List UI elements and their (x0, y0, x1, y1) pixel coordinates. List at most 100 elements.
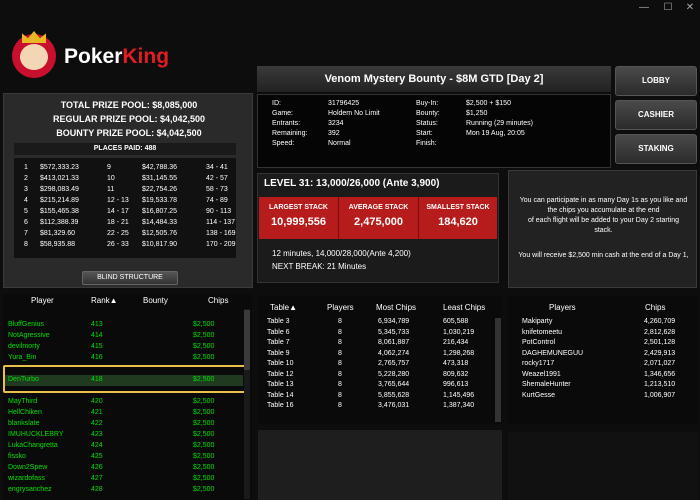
player-list-scroll-thumb[interactable] (244, 310, 250, 370)
info-speed-key: Speed: (272, 140, 295, 147)
message-line-2: the chips you accumulate at the end (547, 207, 660, 214)
table-table: Table 13 (267, 381, 294, 388)
leader-row[interactable]: Makiparty 4,260,709 (520, 318, 692, 328)
payout-place: 2 (24, 175, 28, 182)
info-status-key: Status: (416, 120, 438, 127)
bounty-column-header[interactable]: Bounty (143, 296, 168, 305)
table-table: Table 7 (267, 339, 290, 346)
player-row[interactable]: NotAgressive 414 $2,500 (3, 331, 243, 342)
next-level-info: 12 minutes, 14,000/28,000(Ante 4,200) (272, 249, 411, 258)
leader-row[interactable]: knifetomeetu 2,812,628 (520, 329, 692, 339)
table-row[interactable]: Table 14 8 5,855,628 1,145,496 (265, 392, 493, 402)
player-chips: $2,500 (193, 343, 215, 350)
payout-amount: $155,465.38 (40, 208, 79, 215)
info-bounty-value: $1,250 (466, 110, 488, 117)
player-column-header[interactable]: Player (31, 296, 54, 305)
leader-name: rocky1717 (522, 360, 555, 367)
chips-column-header[interactable]: Chips (208, 296, 228, 305)
payout-amount: $42,788.36 (142, 164, 178, 171)
player-row[interactable]: LukaChangretta 424 $2,500 (3, 441, 243, 452)
leader-name: KurtGesse (522, 391, 556, 399)
leader-chips: 2,501,128 (644, 339, 676, 346)
leader-name: Weazel1991 (522, 370, 561, 378)
table-row[interactable]: Table 16 8 3,476,031 1,387,340 (265, 402, 493, 412)
table-preview-panel (508, 432, 698, 500)
blind-structure-button[interactable]: BLIND STRUCTURE (82, 271, 178, 285)
leader-row[interactable]: PotControl 2,501,128 (520, 339, 692, 349)
payout-amount: $572,333.23 (40, 164, 79, 171)
tournament-title: Venom Mystery Bounty - $8M GTD [Day 2] (257, 66, 611, 92)
most-chips-column-header[interactable]: Most Chips (376, 303, 416, 312)
minimize-button[interactable]: — (636, 2, 652, 14)
payout-place: 26 - 33 (107, 241, 129, 248)
player-row[interactable]: devilmorty 415 $2,500 (3, 342, 243, 353)
least-chips-column-header[interactable]: Least Chips (443, 303, 485, 312)
table-row[interactable]: Table 10 8 2,765,757 473,318 (265, 360, 493, 370)
table-least: 605,588 (443, 318, 469, 325)
player-row[interactable]: HellChiken 421 $2,500 (3, 408, 243, 419)
player-rank: 426 (91, 464, 103, 471)
player-name: wizardofass (8, 475, 45, 482)
player-row[interactable]: engrysanchez 428 $2,500 (3, 485, 243, 496)
table-least: 1,387,340 (443, 402, 475, 409)
lobby-button[interactable]: LOBBY (615, 66, 697, 96)
table-row[interactable]: Table 9 8 4,062,274 1,298,268 (265, 350, 493, 360)
payout-place: 58 - 73 (206, 186, 228, 193)
table-table: Table 16 (267, 402, 294, 409)
payout-place: 22 - 25 (107, 230, 129, 237)
players-column-header[interactable]: Players (327, 303, 354, 312)
table-players: 8 (338, 360, 342, 367)
leaders-chips-header[interactable]: Chips (645, 303, 665, 312)
leader-row[interactable]: DAGHEMUNEGUU 2,429,913 (520, 350, 692, 360)
payout-place: 138 - 169 (206, 230, 236, 237)
player-row[interactable]: Down2Spew 426 $2,500 (3, 463, 243, 474)
payout-table: 1 $572,333.23 9 $42,788.36 34 - 41 2 $413,021.… (14, 158, 236, 258)
staking-button[interactable]: STAKING (615, 134, 697, 164)
table-row[interactable]: Table 7 8 8,061,887 216,434 (265, 339, 493, 349)
payout-place: 9 (107, 164, 111, 171)
payout-place: 90 - 113 (206, 208, 232, 215)
table-column-header[interactable]: Table▲ (270, 303, 297, 312)
bounty-prize-pool: BOUNTY PRIZE POOL: $4,042,500 (56, 128, 202, 138)
leader-name: DAGHEMUNEGUU (522, 349, 584, 357)
regular-prize-pool: REGULAR PRIZE POOL: $4,042,500 (52, 114, 206, 124)
payout-place: 12 - 13 (107, 197, 129, 204)
player-row[interactable]: blankslate 422 $2,500 (3, 419, 243, 430)
table-players: 8 (338, 381, 342, 388)
leader-row[interactable]: rocky1717 2,071,027 (520, 360, 692, 370)
message-line-1: You can participate in as many Day 1s as… (519, 197, 688, 204)
leader-row[interactable]: KurtGesse 1,006,907 (520, 392, 692, 402)
table-row[interactable]: Table 3 8 6,934,789 605,588 (265, 318, 493, 328)
player-row[interactable]: fissko 425 $2,500 (3, 452, 243, 463)
payout-place: 34 - 41 (206, 164, 228, 171)
info-bounty-key: Bounty: (416, 110, 440, 117)
player-rank: 423 (91, 431, 103, 438)
table-least: 473,318 (443, 360, 469, 367)
payout-amount: $19,533.78 (142, 197, 178, 204)
tables-list-scrollbar[interactable] (495, 318, 501, 422)
player-row[interactable]: IMUHUCKLEBRY 423 $2,500 (3, 430, 243, 441)
close-button[interactable]: ✕ (682, 2, 698, 14)
payout-place: 1 (24, 164, 28, 171)
table-least: 996,613 (443, 381, 469, 388)
maximize-button[interactable]: ☐ (660, 2, 676, 14)
player-name: Down2Spew (8, 464, 48, 471)
info-buyin-value: $2,500 + $150 (466, 100, 511, 107)
player-chips: $2,500 (193, 420, 215, 427)
table-row[interactable]: Table 12 8 5,228,280 809,632 (265, 371, 493, 381)
rank-column-header[interactable]: Rank▲ (91, 296, 118, 305)
leader-row[interactable]: Weazel1991 1,346,656 (520, 371, 692, 381)
payout-place: 7 (24, 230, 28, 237)
table-players: 8 (338, 391, 342, 399)
player-row[interactable]: BluffGenius 413 $2,500 (3, 320, 243, 331)
cashier-button[interactable]: CASHIER (615, 100, 697, 130)
player-row[interactable]: Yura_Bin 416 $2,500 (3, 353, 243, 364)
table-players: 8 (338, 339, 342, 346)
leaders-players-header[interactable]: Players (549, 303, 576, 312)
leader-chips: 2,812,628 (644, 328, 676, 336)
table-row[interactable]: Table 13 8 3,765,644 996,613 (265, 381, 493, 391)
leader-row[interactable]: ShemaleHunter 1,213,510 (520, 381, 692, 391)
player-row[interactable]: MayThird 420 $2,500 (3, 397, 243, 408)
table-row[interactable]: Table 6 8 5,345,733 1,030,219 (265, 329, 493, 339)
player-row[interactable]: wizardofass 427 $2,500 (3, 474, 243, 485)
